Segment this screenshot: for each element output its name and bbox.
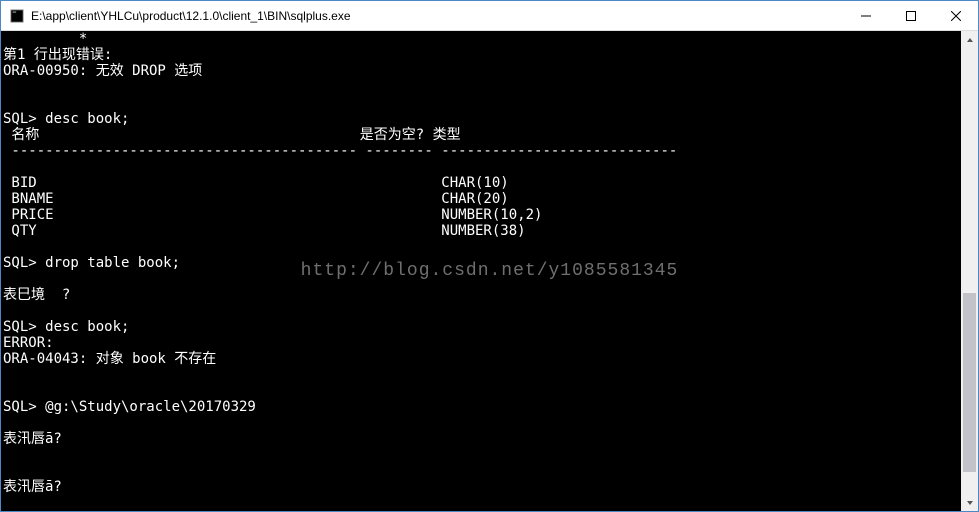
terminal-line: SQL> desc book; <box>3 319 129 335</box>
terminal-line: ----------------------------------------… <box>3 143 677 159</box>
close-button[interactable] <box>933 1 978 30</box>
terminal-line: SQL> drop table book; <box>3 255 180 271</box>
terminal-line: SQL> desc book; <box>3 111 129 127</box>
terminal-line: 表巳境 ? <box>3 287 70 303</box>
app-icon <box>9 8 25 24</box>
terminal-line: BID CHAR(10) <box>3 175 509 191</box>
terminal-line: PRICE NUMBER(10,2) <box>3 207 542 223</box>
scroll-up-button[interactable] <box>961 31 978 48</box>
window-controls <box>843 1 978 30</box>
terminal-line: ORA-00950: 无效 DROP 选项 <box>3 63 202 79</box>
scroll-down-button[interactable] <box>961 494 978 511</box>
scrollbar-track[interactable] <box>961 48 978 494</box>
terminal-line: 第1 行出现错误: <box>3 47 112 63</box>
vertical-scrollbar[interactable] <box>961 31 978 511</box>
terminal-line: 表汛唇ā? <box>3 431 62 447</box>
terminal-line: 表汛唇ā? <box>3 479 62 495</box>
minimize-button[interactable] <box>843 1 888 30</box>
window-title: E:\app\client\YHLCu\product\12.1.0\clien… <box>31 9 843 23</box>
maximize-button[interactable] <box>888 1 933 30</box>
titlebar[interactable]: E:\app\client\YHLCu\product\12.1.0\clien… <box>1 1 978 31</box>
terminal-line: QTY NUMBER(38) <box>3 223 526 239</box>
terminal-line: ORA-04043: 对象 book 不存在 <box>3 351 216 367</box>
terminal-line: SQL> @g:\Study\oracle\20170329 <box>3 399 256 415</box>
terminal-output[interactable]: * 第1 行出现错误: ORA-00950: 无效 DROP 选项 SQL> d… <box>1 31 961 511</box>
terminal-line: BNAME CHAR(20) <box>3 191 509 207</box>
terminal-line: ERROR: <box>3 335 54 351</box>
scrollbar-thumb[interactable] <box>963 293 976 471</box>
terminal-line: 名称 是否为空? 类型 <box>3 127 461 143</box>
terminal-line: * <box>3 31 87 47</box>
